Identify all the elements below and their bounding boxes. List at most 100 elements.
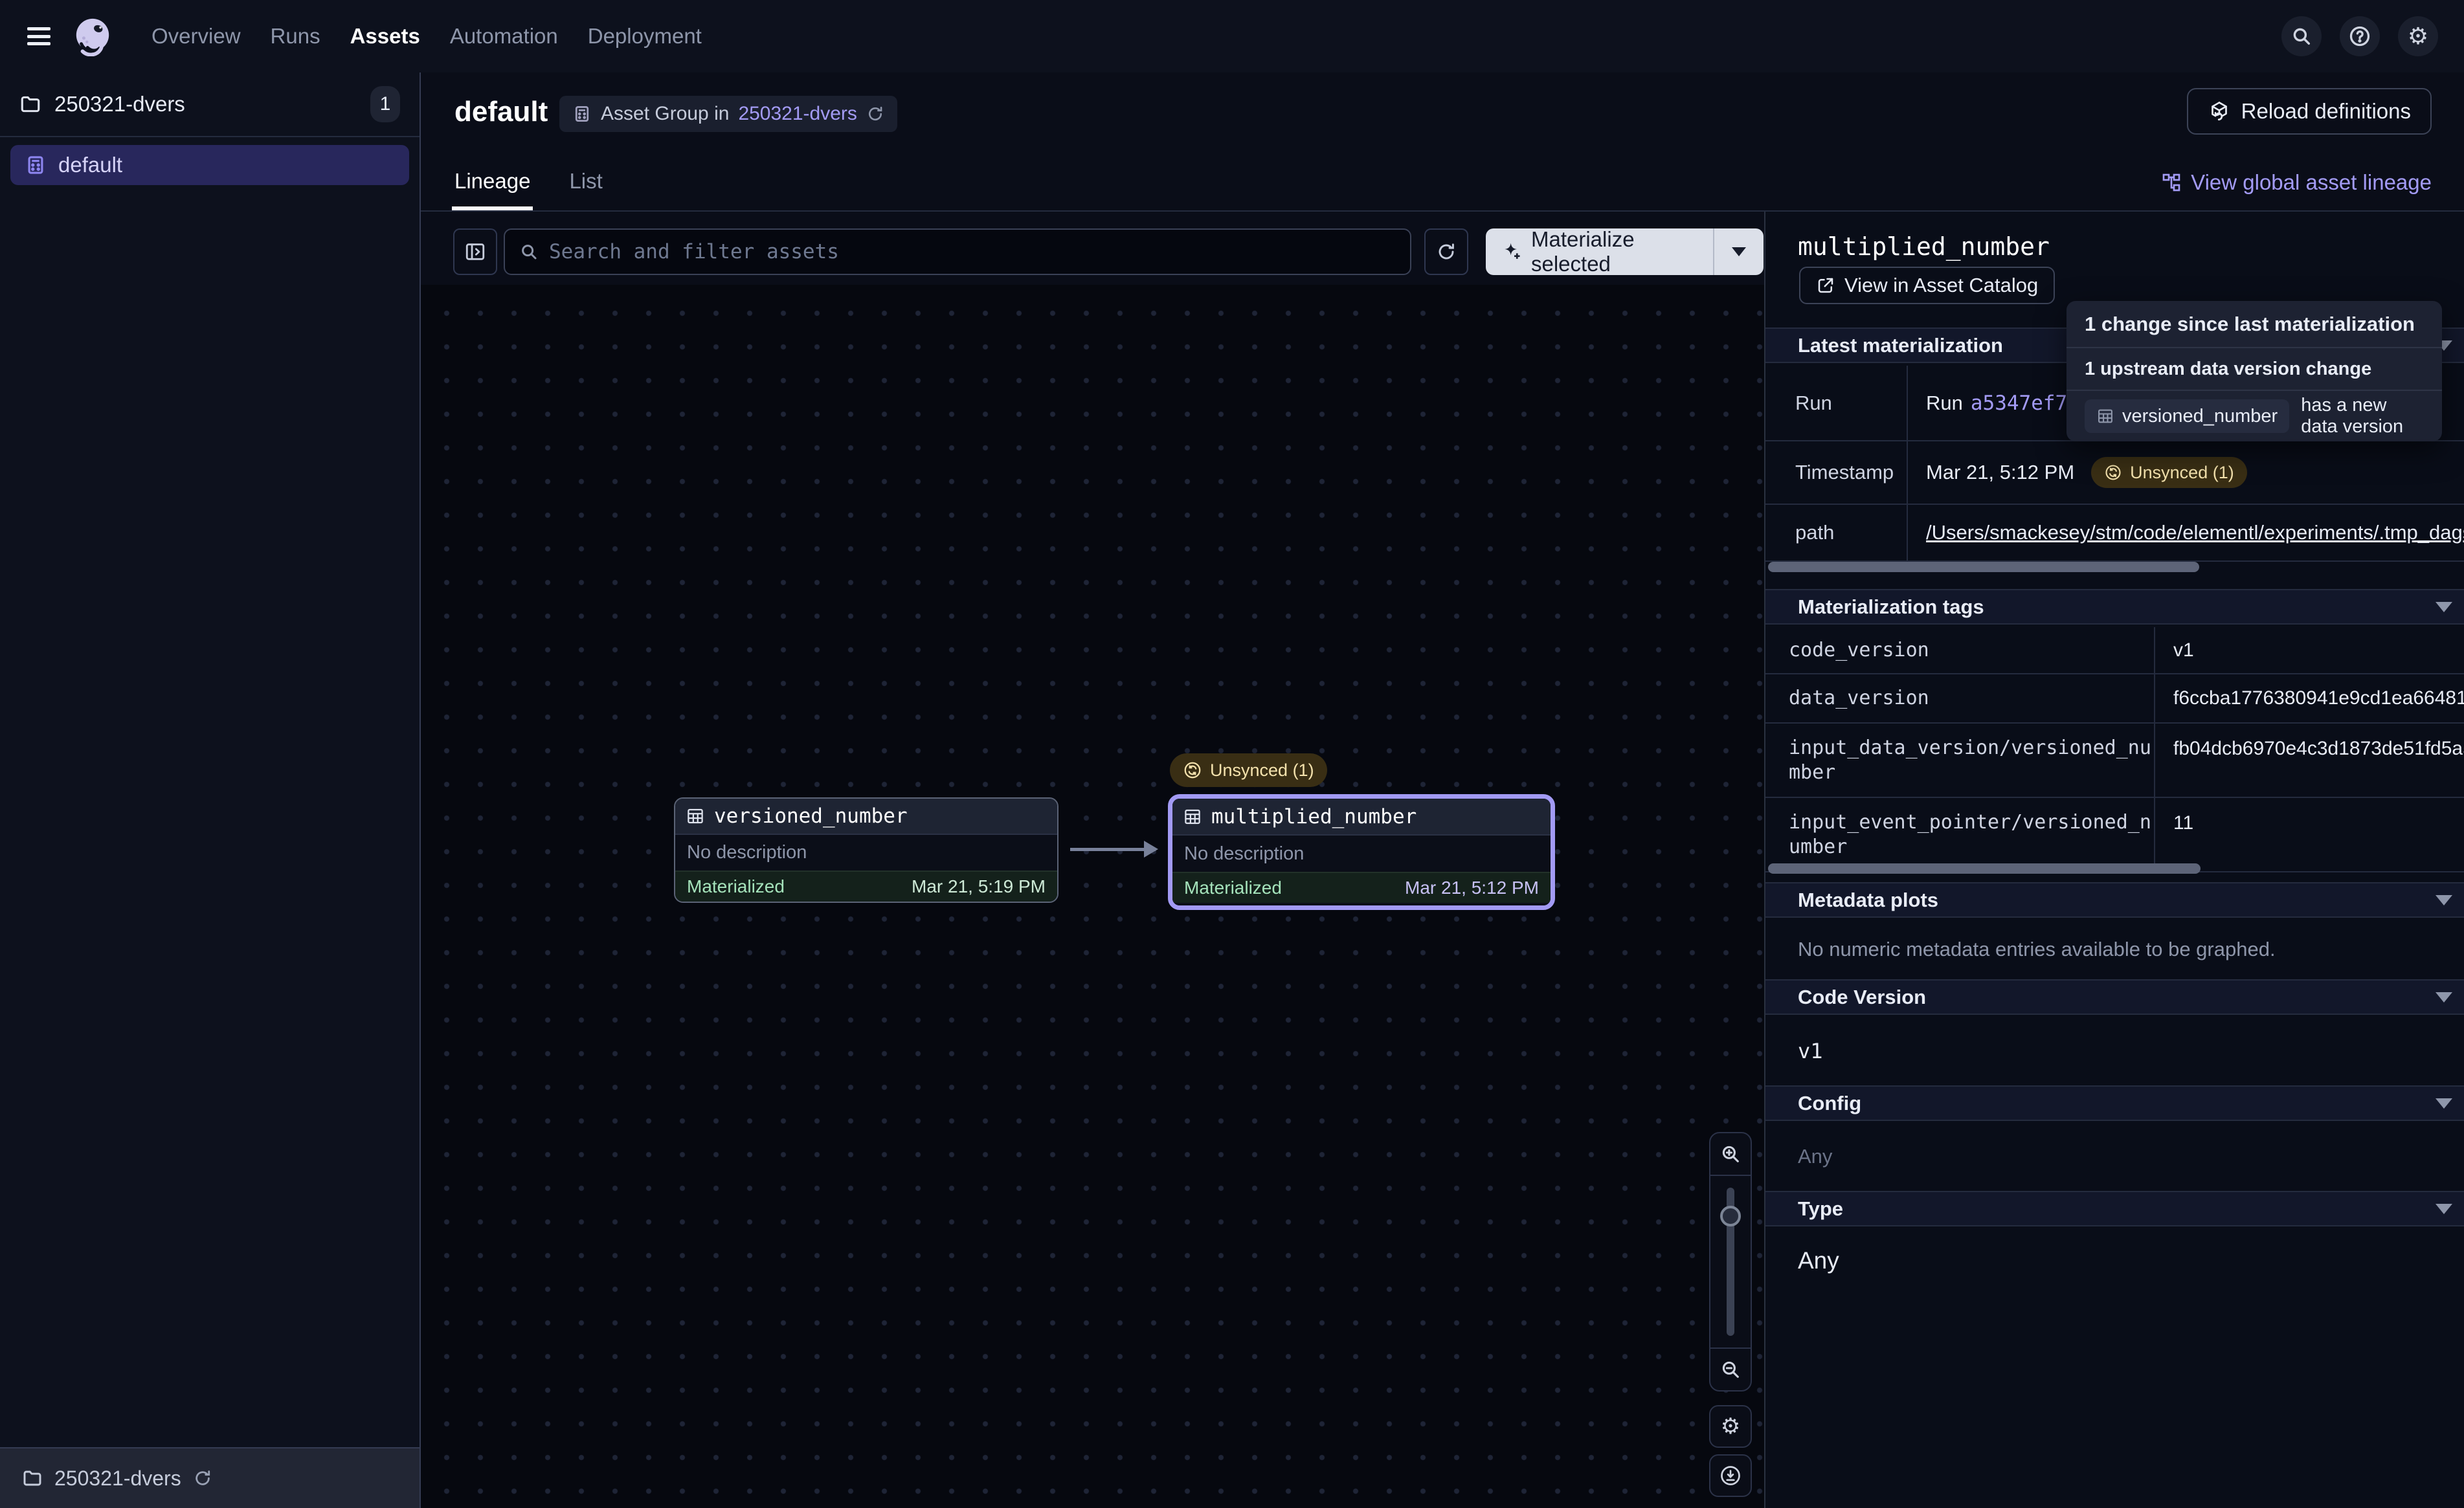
section-metadata-plots[interactable]: Metadata plots [1765, 882, 2464, 918]
app-root: Overview Runs Assets Automation Deployme… [0, 0, 2464, 1508]
horizontal-scrollbar[interactable] [1768, 562, 2199, 572]
row-label-run: Run [1765, 366, 1908, 441]
help-icon[interactable] [2340, 16, 2380, 56]
zoom-control [1709, 1132, 1752, 1392]
unsynced-badge[interactable]: Unsynced (1) [1170, 753, 1327, 787]
chevron-down-icon [2436, 1204, 2452, 1214]
nav-icon-group: ⚙ [2281, 16, 2438, 56]
unsynced-badge-label: Unsynced (1) [1210, 760, 1314, 781]
run-id-link[interactable]: a5347ef7 [1971, 392, 2067, 415]
row-label-path: path [1765, 505, 1908, 562]
horizontal-scrollbar[interactable] [1768, 863, 2201, 874]
section-code-version[interactable]: Code Version [1765, 979, 2464, 1015]
row-value-timestamp: Mar 21, 5:12 PM Unsynced (1) [1908, 441, 2464, 505]
nav-overview[interactable]: Overview [151, 24, 241, 49]
unsynced-badge[interactable]: Unsynced (1) [2091, 457, 2247, 488]
materialize-selected-button[interactable]: Materialize selected [1486, 228, 1764, 275]
section-header-label: Type [1798, 1197, 1843, 1221]
search-icon [519, 242, 539, 261]
asset-group-icon [25, 154, 47, 176]
graph-settings-gear-icon[interactable]: ⚙ [1709, 1405, 1752, 1448]
external-link-icon [1816, 276, 1835, 295]
asset-chip-label: versioned_number [2122, 406, 2278, 427]
asset-node-multiplied-number[interactable]: multiplied_number No description Materia… [1172, 799, 1551, 905]
section-header-label: Code Version [1798, 986, 1926, 1009]
tooltip-title: 1 change since last materialization [2066, 301, 2442, 348]
chevron-down-icon [2436, 895, 2452, 905]
view-global-asset-lineage-link[interactable]: View global asset lineage [2161, 170, 2432, 195]
lineage-graph-canvas[interactable]: Unsynced (1) versioned_number No descrip… [421, 285, 1764, 1508]
sidebar-item-default[interactable]: default [10, 145, 409, 185]
search-input[interactable] [549, 240, 1396, 263]
tag-value: v1 [2155, 627, 2464, 674]
expand-panel-icon[interactable] [453, 228, 497, 275]
menu-icon[interactable] [27, 27, 50, 45]
reload-cube-icon [2208, 100, 2231, 123]
section-materialization-tags[interactable]: Materialization tags [1765, 589, 2464, 625]
code-version-value: v1 [1798, 1039, 1823, 1063]
breadcrumb-prefix: Asset Group in [601, 103, 729, 125]
sidebar-footer-code-location[interactable]: 250321-dvers [0, 1447, 420, 1508]
asset-node-timestamp: Mar 21, 5:19 PM [912, 876, 1046, 897]
nav-assets[interactable]: Assets [350, 24, 420, 49]
section-header-label: Materialization tags [1798, 595, 1984, 619]
path-link[interactable]: /Users/smackesey/stm/code/elementl/exper… [1926, 521, 2464, 544]
asset-group-breadcrumb[interactable]: Asset Group in 250321-dvers [559, 96, 897, 132]
tab-lineage[interactable]: Lineage [454, 169, 530, 210]
asset-groups-sidebar: 250321-dvers 1 default 250321-dvers [0, 72, 421, 1508]
asset-node-name: versioned_number [714, 804, 908, 828]
section-header-label: Config [1798, 1092, 1861, 1115]
chevron-down-icon [2436, 1098, 2452, 1109]
tooltip-subtitle: 1 upstream data version change [2066, 348, 2442, 391]
tab-list[interactable]: List [569, 169, 602, 210]
timestamp-value: Mar 21, 5:12 PM [1926, 461, 2074, 484]
lineage-canvas-column: Materialize selected Unsynced (1) versio… [421, 212, 1764, 1508]
refresh-icon[interactable] [1424, 228, 1468, 275]
asset-group-icon [572, 104, 592, 124]
folder-icon [22, 1468, 43, 1489]
settings-gear-icon[interactable]: ⚙ [2398, 16, 2438, 56]
nav-runs[interactable]: Runs [271, 24, 320, 49]
view-in-asset-catalog-button[interactable]: View in Asset Catalog [1799, 267, 2055, 304]
primary-nav: Overview Runs Assets Automation Deployme… [151, 24, 702, 49]
tag-key: data_version [1789, 686, 2154, 711]
breadcrumb-group-link[interactable]: 250321-dvers [738, 103, 857, 125]
nav-automation[interactable]: Automation [450, 24, 558, 49]
asset-node-versioned-number[interactable]: versioned_number No description Material… [674, 797, 1058, 903]
sync-icon[interactable] [866, 105, 884, 123]
tag-key: input_event_pointer/versioned_number [1789, 810, 2154, 859]
asset-node-status: Materialized [687, 876, 785, 897]
zoom-slider-track[interactable] [1710, 1175, 1751, 1349]
dagster-logo-icon[interactable] [73, 16, 113, 56]
page-header: default Asset Group in 250321-dvers Relo… [421, 72, 2464, 212]
materialize-dropdown-button[interactable] [1713, 228, 1764, 275]
download-graph-icon[interactable] [1709, 1454, 1752, 1497]
tag-value: 11 [2155, 798, 2464, 872]
page-title: default [454, 96, 548, 128]
section-header-label: Latest materialization [1798, 334, 2003, 357]
config-value: Any [1798, 1145, 1832, 1168]
chevron-down-icon [1732, 247, 1746, 256]
section-type[interactable]: Type [1765, 1191, 2464, 1226]
folder-icon [19, 93, 41, 115]
reload-definitions-button[interactable]: Reload definitions [2187, 88, 2432, 135]
nav-deployment[interactable]: Deployment [588, 24, 702, 49]
zoom-out-icon[interactable] [1710, 1349, 1751, 1390]
table-icon [1183, 807, 1202, 826]
tag-key: code_version [1789, 638, 2154, 663]
zoom-slider-thumb[interactable] [1720, 1206, 1741, 1226]
zoom-in-icon[interactable] [1710, 1133, 1751, 1175]
search-icon[interactable] [2281, 16, 2322, 56]
asset-node-selection-ring: multiplied_number No description Materia… [1168, 794, 1555, 910]
lineage-toolbar: Materialize selected [421, 212, 1764, 285]
section-config[interactable]: Config [1765, 1085, 2464, 1121]
sync-icon[interactable] [193, 1469, 212, 1488]
top-nav: Overview Runs Assets Automation Deployme… [0, 0, 2464, 72]
section-header-label: Metadata plots [1798, 889, 1938, 912]
asset-node-timestamp: Mar 21, 5:12 PM [1405, 878, 1539, 898]
asset-chip-versioned-number[interactable]: versioned_number [2085, 399, 2289, 433]
sidebar-group-row[interactable]: 250321-dvers 1 [0, 72, 420, 137]
table-icon [686, 806, 705, 826]
chevron-down-icon [2436, 992, 2452, 1003]
run-value-prefix: Run [1926, 392, 1963, 415]
